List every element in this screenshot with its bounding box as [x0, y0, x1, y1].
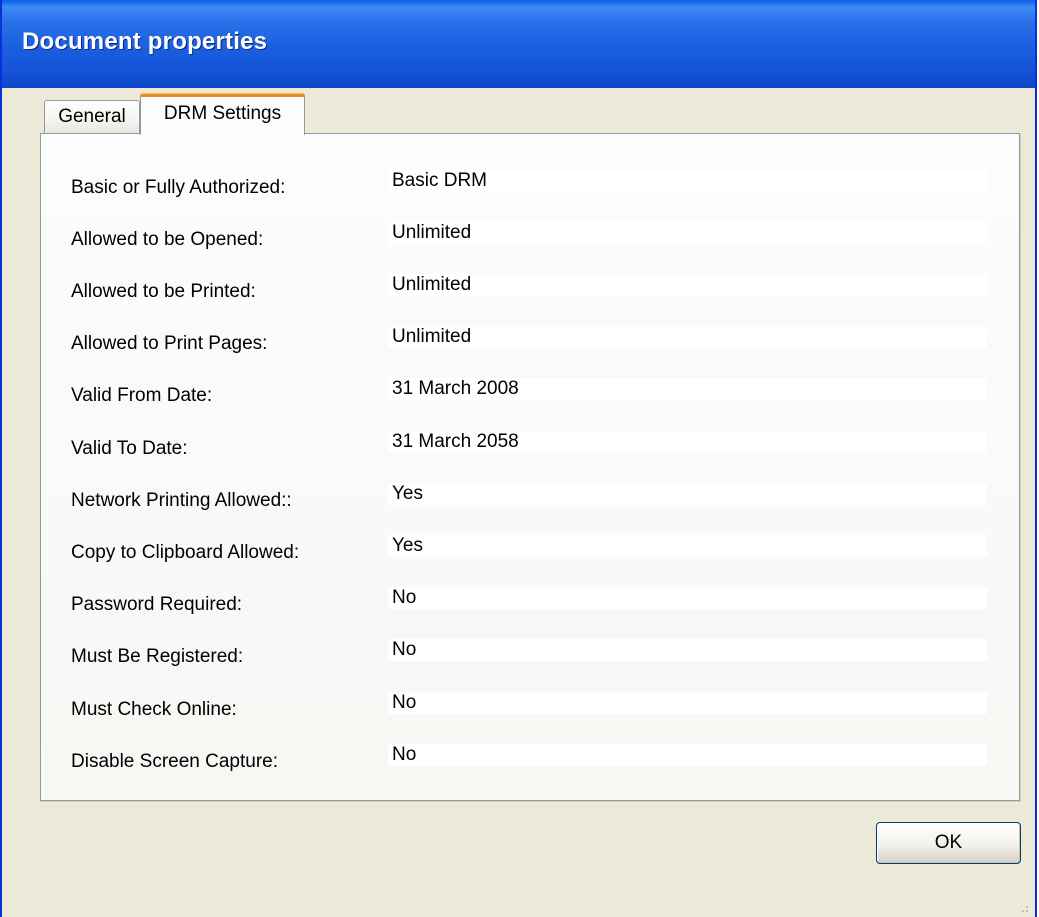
setting-value: No [388, 639, 987, 661]
resize-grip-icon[interactable] [1017, 901, 1029, 913]
tab-general-label: General [58, 106, 126, 127]
setting-label: Allowed to Print Pages: [71, 333, 268, 354]
tab-general[interactable]: General [44, 100, 140, 134]
setting-label: Copy to Clipboard Allowed: [71, 542, 300, 563]
setting-value: No [388, 744, 987, 766]
setting-label: Network Printing Allowed:: [71, 490, 292, 511]
setting-label: Valid To Date: [71, 438, 188, 459]
ok-button[interactable]: OK [876, 822, 1021, 864]
setting-value: Basic DRM [388, 170, 987, 192]
tab-drm-settings[interactable]: DRM Settings [140, 93, 305, 135]
setting-value: No [388, 692, 987, 714]
setting-value: 31 March 2058 [388, 431, 987, 453]
setting-value: Unlimited [388, 222, 987, 244]
dialog-title: Document properties [22, 28, 268, 55]
setting-value: Unlimited [388, 274, 987, 296]
setting-label: Allowed to be Opened: [71, 229, 264, 250]
setting-value: No [388, 587, 987, 609]
document-properties-dialog: Document properties General DRM Settings… [0, 0, 1037, 917]
tab-drm-settings-label: DRM Settings [163, 103, 282, 124]
drm-settings-panel: Basic or Fully Authorized: Basic DRM All… [40, 133, 1020, 801]
setting-label: Must Be Registered: [71, 646, 244, 667]
setting-label: Allowed to be Printed: [71, 281, 256, 302]
setting-label: Basic or Fully Authorized: [71, 177, 286, 198]
setting-value: Yes [388, 483, 987, 505]
setting-label: Disable Screen Capture: [71, 751, 278, 772]
setting-row-disable-screen-capture: Disable Screen Capture: No [41, 744, 1019, 804]
setting-label: Must Check Online: [71, 699, 237, 720]
setting-value: 31 March 2008 [388, 378, 987, 400]
title-bar[interactable]: Document properties [2, 0, 1035, 88]
setting-label: Valid From Date: [71, 385, 213, 406]
setting-value: Unlimited [388, 326, 987, 348]
setting-value: Yes [388, 535, 987, 557]
setting-label: Password Required: [71, 594, 243, 615]
